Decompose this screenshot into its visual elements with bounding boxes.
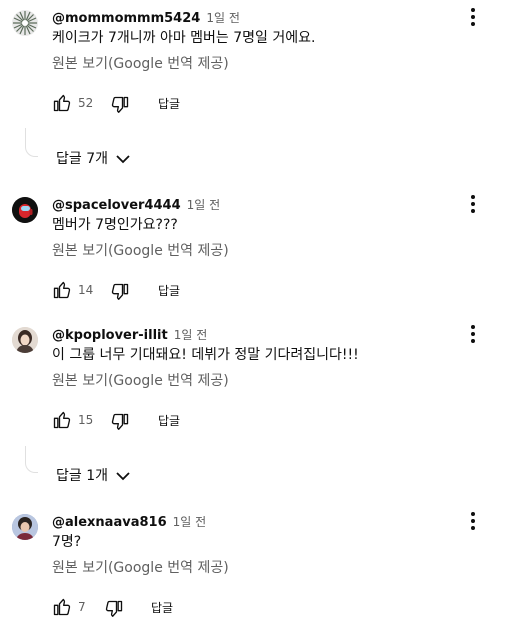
translate-link[interactable]: 원본 보기(Google 번역 제공) bbox=[52, 371, 229, 391]
like-icon[interactable] bbox=[52, 597, 72, 617]
more-vert-icon[interactable] bbox=[462, 510, 484, 532]
author-name[interactable]: @mommommm5424 bbox=[52, 11, 200, 26]
like-icon[interactable] bbox=[52, 280, 72, 300]
avatar[interactable] bbox=[12, 327, 38, 353]
like-count: 15 bbox=[78, 413, 94, 427]
timestamp[interactable]: 1일 전 bbox=[187, 198, 221, 212]
comment-header: @kpoplover-illit 1일 전 bbox=[52, 327, 207, 344]
thread-line bbox=[25, 446, 38, 473]
more-vert-icon[interactable] bbox=[462, 6, 484, 28]
like-count: 14 bbox=[78, 283, 94, 297]
author-name[interactable]: @spacelover4444 bbox=[52, 198, 181, 213]
like-count: 52 bbox=[78, 96, 94, 110]
like-count: 7 bbox=[78, 600, 86, 614]
like-icon[interactable] bbox=[52, 93, 72, 113]
timestamp[interactable]: 1일 전 bbox=[174, 328, 208, 342]
reply-button[interactable]: 답글 bbox=[158, 282, 180, 299]
comment-header: @mommommm5424 1일 전 bbox=[52, 10, 240, 27]
replies-count-label: 답글 7개 bbox=[56, 151, 108, 167]
chevron-down-icon bbox=[116, 155, 130, 164]
thread-line bbox=[25, 128, 38, 157]
avatar[interactable] bbox=[12, 197, 38, 223]
dislike-icon[interactable] bbox=[104, 599, 124, 619]
more-vert-icon[interactable] bbox=[462, 323, 484, 345]
comment-text: 케이크가 7개니까 아마 멤버는 7명일 거에요. bbox=[52, 30, 316, 46]
author-name[interactable]: @kpoplover-illit bbox=[52, 328, 168, 343]
translate-link[interactable]: 원본 보기(Google 번역 제공) bbox=[52, 558, 229, 578]
comment-header: @spacelover4444 1일 전 bbox=[52, 197, 220, 214]
like-icon[interactable] bbox=[52, 410, 72, 430]
dislike-icon[interactable] bbox=[110, 95, 130, 115]
chevron-down-icon bbox=[116, 472, 130, 481]
reply-button[interactable]: 답글 bbox=[158, 95, 180, 112]
comment-text: 이 그룹 너무 기대돼요! 데뷔가 정말 기다려집니다!!! bbox=[52, 347, 359, 363]
avatar[interactable] bbox=[12, 10, 38, 36]
view-replies-button[interactable]: 답글 7개 bbox=[56, 148, 132, 168]
comment-text: 7명? bbox=[52, 534, 82, 550]
timestamp[interactable]: 1일 전 bbox=[206, 11, 240, 25]
comment-text: 멤버가 7명인가요??? bbox=[52, 217, 178, 233]
view-replies-button[interactable]: 답글 1개 bbox=[56, 465, 132, 485]
timestamp[interactable]: 1일 전 bbox=[173, 515, 207, 529]
translate-link[interactable]: 원본 보기(Google 번역 제공) bbox=[52, 241, 229, 261]
reply-button[interactable]: 답글 bbox=[158, 412, 180, 429]
more-vert-icon[interactable] bbox=[462, 193, 484, 215]
dislike-icon[interactable] bbox=[110, 412, 130, 432]
author-name[interactable]: @alexnaava816 bbox=[52, 515, 167, 530]
replies-count-label: 답글 1개 bbox=[56, 468, 108, 484]
avatar[interactable] bbox=[12, 514, 38, 540]
dislike-icon[interactable] bbox=[110, 282, 130, 302]
comment-header: @alexnaava816 1일 전 bbox=[52, 514, 206, 531]
translate-link[interactable]: 원본 보기(Google 번역 제공) bbox=[52, 54, 229, 74]
reply-button[interactable]: 답글 bbox=[151, 599, 173, 616]
